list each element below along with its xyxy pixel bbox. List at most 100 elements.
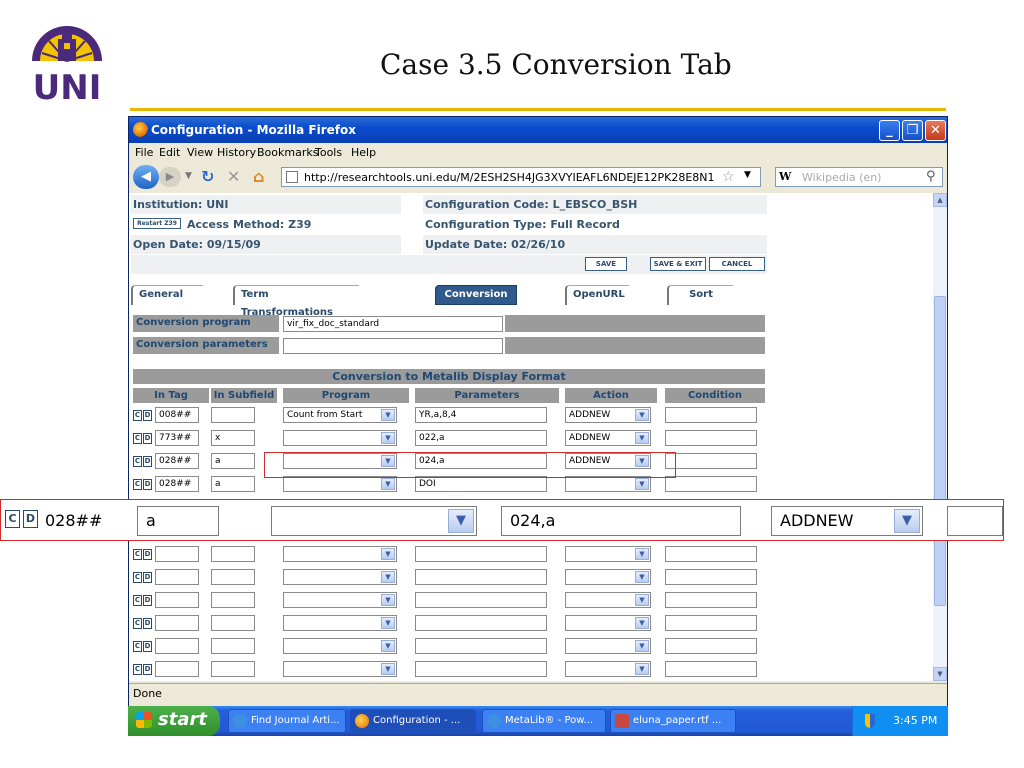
parameters-input[interactable] [415,592,547,608]
in-subfield-input[interactable]: x [211,430,255,446]
menu-help[interactable]: Help [351,146,376,159]
history-dropdown-icon[interactable]: ▼ [185,171,192,181]
program-select[interactable]: ▼ [283,638,397,654]
action-select[interactable]: ADDNEW ▼ [565,430,651,446]
in-tag-input[interactable]: 008## [155,407,199,423]
action-select[interactable]: ▼ [565,476,651,492]
tab-openurl[interactable]: OpenURL [565,285,629,305]
forward-button[interactable]: ▶ [159,167,181,187]
tab-general[interactable]: General [131,285,203,305]
zoom-params-input[interactable]: 024,a [501,506,741,536]
in-tag-input[interactable] [155,569,199,585]
program-select[interactable]: ▼ [283,661,397,677]
in-subfield-input[interactable] [211,615,255,631]
program-select[interactable]: ▼ [283,615,397,631]
delete-row-button[interactable]: D [143,549,152,560]
save-exit-button[interactable]: SAVE & EXIT [650,257,706,271]
delete-row-button[interactable]: D [143,479,152,490]
zoom-action-select[interactable]: ADDNEW ▼ [771,506,923,536]
tab-term-transformations[interactable]: Term Transformations [233,285,359,318]
url-bar[interactable]: http://researchtools.uni.edu/M/2ESH2SH4J… [281,167,761,187]
in-tag-input[interactable] [155,661,199,677]
parameters-input[interactable] [415,661,547,677]
stop-icon[interactable]: ✕ [227,167,240,186]
parameters-input[interactable] [415,615,547,631]
condition-input[interactable] [665,569,757,585]
condition-input[interactable] [665,476,757,492]
wikipedia-icon[interactable]: W [779,170,791,183]
program-select[interactable]: ▼ [283,546,397,562]
program-select[interactable]: Count from Start ▼ [283,407,397,423]
in-subfield-input[interactable] [211,638,255,654]
copy-row-button[interactable]: C [133,664,142,675]
action-select[interactable]: ▼ [565,546,651,562]
condition-input[interactable] [665,638,757,654]
copy-row-button[interactable]: C [133,549,142,560]
copy-row-button[interactable]: C [133,572,142,583]
delete-row-button[interactable]: D [23,510,38,528]
program-select[interactable]: ▼ [283,592,397,608]
delete-row-button[interactable]: D [143,456,152,467]
in-subfield-input[interactable] [211,592,255,608]
copy-row-button[interactable]: C [5,510,20,528]
condition-input[interactable] [665,546,757,562]
delete-row-button[interactable]: D [143,664,152,675]
delete-row-button[interactable]: D [143,410,152,421]
zoom-subfield-input[interactable]: a [137,506,219,536]
action-select[interactable]: ▼ [565,592,651,608]
conversion-params-input[interactable] [283,338,503,354]
zoom-condition-input[interactable] [947,506,1003,536]
window-titlebar[interactable]: Configuration - Mozilla Firefox _ ❐ ✕ [129,117,947,143]
parameters-input[interactable]: 022,a [415,430,547,446]
copy-row-button[interactable]: C [133,618,142,629]
condition-input[interactable] [665,407,757,423]
delete-row-button[interactable]: D [143,572,152,583]
parameters-input[interactable]: DOI [415,476,547,492]
copy-row-button[interactable]: C [133,595,142,606]
program-select[interactable]: ▼ [283,569,397,585]
menu-tools[interactable]: Tools [315,146,342,159]
copy-row-button[interactable]: C [133,479,142,490]
conversion-program-input[interactable]: vir_fix_doc_standard [283,316,503,332]
parameters-input[interactable] [415,569,547,585]
scroll-down-icon[interactable]: ▼ [933,667,947,681]
delete-row-button[interactable]: D [143,433,152,444]
condition-input[interactable] [665,661,757,677]
condition-input[interactable] [665,430,757,446]
zoom-program-select[interactable]: ▼ [271,506,477,536]
in-subfield-input[interactable] [211,661,255,677]
program-select[interactable]: ▼ [283,476,397,492]
in-subfield-input[interactable] [211,569,255,585]
save-button[interactable]: SAVE [585,257,627,271]
program-select[interactable]: ▼ [283,430,397,446]
in-tag-input[interactable]: 028## [155,453,199,469]
condition-input[interactable] [665,453,757,469]
in-subfield-input[interactable] [211,407,255,423]
back-button[interactable]: ◀ [133,165,159,189]
condition-input[interactable] [665,592,757,608]
in-tag-input[interactable]: 028## [155,476,199,492]
home-icon[interactable]: ⌂ [253,167,264,186]
copy-row-button[interactable]: C [133,433,142,444]
start-button[interactable]: start [128,706,220,736]
copy-row-button[interactable]: C [133,410,142,421]
menu-edit[interactable]: Edit [159,146,180,159]
in-subfield-input[interactable]: a [211,476,255,492]
in-tag-input[interactable] [155,546,199,562]
action-select[interactable]: ▼ [565,661,651,677]
in-subfield-input[interactable]: a [211,453,255,469]
action-select[interactable]: ▼ [565,615,651,631]
menu-view[interactable]: View [187,146,213,159]
condition-input[interactable] [665,615,757,631]
copy-row-button[interactable]: C [133,641,142,652]
cancel-button[interactable]: CANCEL [709,257,765,271]
action-select[interactable]: ▼ [565,569,651,585]
vertical-scrollbar[interactable]: ▲ ▼ [933,193,947,681]
menu-file[interactable]: File [135,146,153,159]
in-tag-input[interactable] [155,615,199,631]
minimize-button[interactable]: _ [879,120,900,141]
in-subfield-input[interactable] [211,546,255,562]
action-select[interactable]: ADDNEW ▼ [565,407,651,423]
search-icon[interactable]: ⚲ [926,169,936,184]
close-button[interactable]: ✕ [925,120,946,141]
